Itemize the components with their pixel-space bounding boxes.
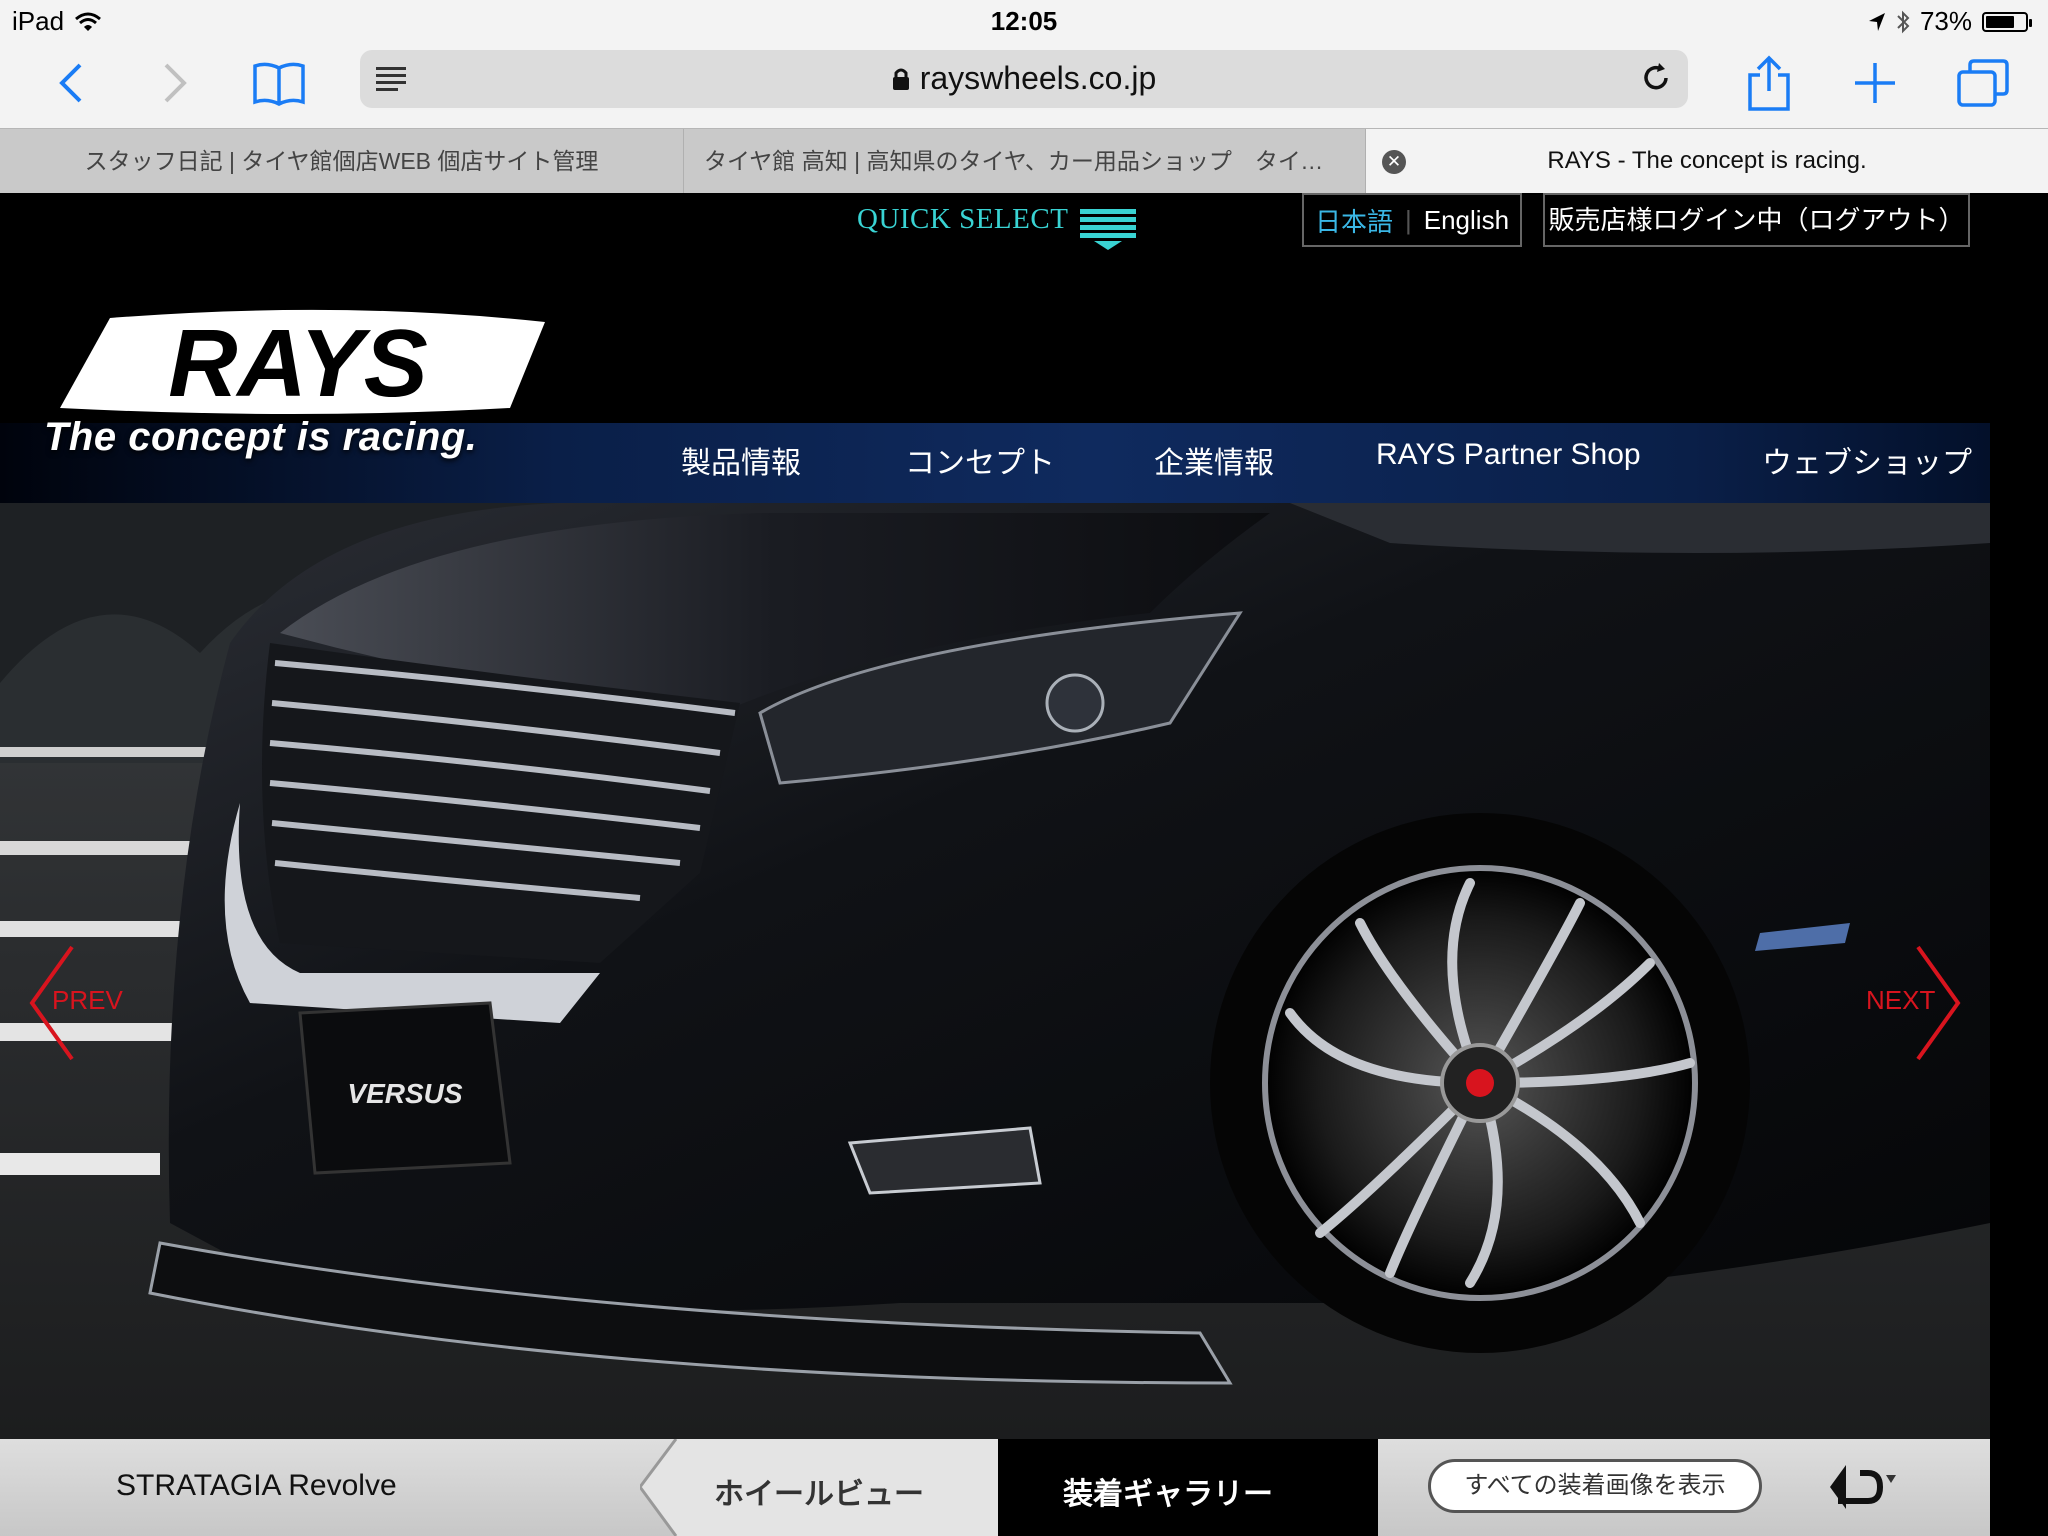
browser-toolbar: rayswheels.co.jp <box>0 40 2048 128</box>
gallery-label: 装着ギャラリー <box>1063 1478 1273 1511</box>
wheel-view-label: ホイールビュー <box>714 1478 924 1511</box>
reload-icon[interactable] <box>1638 60 1674 96</box>
battery-icon <box>1982 11 2032 32</box>
hero-carousel: VERSUS PREV NEXT <box>0 503 1990 1439</box>
brand-tagline: The concept is racing. <box>44 415 478 459</box>
quick-select-label: QUICK SELECT <box>857 203 1069 235</box>
forward-button[interactable] <box>140 48 210 118</box>
show-all-images-button[interactable]: すべての装着画像を表示 <box>1428 1459 1762 1513</box>
status-bar: iPad 12:05 73% <box>0 0 2048 40</box>
return-arrow-icon <box>1830 1465 1896 1509</box>
chevron-right-icon <box>164 63 187 103</box>
bluetooth-icon <box>1897 10 1910 33</box>
nav-company[interactable]: 企業情報 <box>1154 438 1274 482</box>
gallery-tab[interactable]: 装着ギャラリー <box>998 1439 1378 1536</box>
lock-icon <box>892 68 909 90</box>
share-button[interactable] <box>1734 48 1804 118</box>
return-button[interactable] <box>1826 1465 1896 1514</box>
rays-logo[interactable]: RAYS <box>40 308 560 418</box>
battery-percent: 73% <box>1919 6 1972 36</box>
tabs-button[interactable] <box>1948 48 2018 118</box>
product-bar: STRATAGIA Revolve ホイールビュー 装着ギャラリー すべての装着… <box>0 1439 1990 1536</box>
nav-partner-shop[interactable]: RAYS Partner Shop <box>1376 438 1641 472</box>
plus-icon <box>1855 63 1895 103</box>
nav-webshop[interactable]: ウェブショップ <box>1762 438 1972 482</box>
location-icon <box>1868 12 1885 31</box>
share-icon <box>1748 55 1790 111</box>
language-switcher: 日本語 | English <box>1302 193 1522 247</box>
bookmarks-button[interactable] <box>244 48 314 118</box>
plate-brand: VERSUS <box>347 1078 462 1109</box>
tab-arrow-shape <box>1338 1439 1378 1536</box>
lang-separator: | <box>1404 204 1412 235</box>
tab-tireskan-kochi[interactable]: タイヤ館 高知 | 高知県のタイヤ、カー用品ショップ タイヤ… <box>684 129 1366 193</box>
nav-concept[interactable]: コンセプト <box>905 438 1055 482</box>
tabs-icon <box>1957 59 2009 107</box>
next-label: NEXT <box>1866 985 1936 1015</box>
wheel-view-tab[interactable]: ホイールビュー <box>640 1439 998 1536</box>
tab-bar: スタッフ日記 | タイヤ館個店WEB 個店サイト管理 タイヤ館 高知 | 高知県… <box>0 128 2048 193</box>
prev-label: PREV <box>52 985 123 1015</box>
back-button[interactable] <box>36 48 106 118</box>
logo-wordmark: RAYS <box>168 310 428 417</box>
menu-lines-icon <box>1080 209 1137 250</box>
product-name: STRATAGIA Revolve <box>116 1469 397 1502</box>
url-text: rayswheels.co.jp <box>360 60 1688 97</box>
nav-products[interactable]: 製品情報 <box>681 438 801 482</box>
web-page: QUICK SELECT 日本語 | English 販売店様ログイン中（ログア… <box>0 193 2048 1536</box>
quick-select-button[interactable]: QUICK SELECT <box>857 203 1137 250</box>
lang-ja-link[interactable]: 日本語 <box>1315 202 1393 239</box>
clock: 12:05 <box>990 6 1058 36</box>
car-photo: VERSUS <box>0 503 1990 1439</box>
tab-staff-diary[interactable]: スタッフ日記 | タイヤ館個店WEB 個店サイト管理 <box>0 129 684 193</box>
new-tab-button[interactable] <box>1840 48 1910 118</box>
tab-rays[interactable]: RAYS - The concept is racing. <box>1366 129 2048 193</box>
logout-link[interactable]: 販売店様ログイン中（ログアウト） <box>1543 193 1970 247</box>
chevron-left-icon <box>59 63 82 103</box>
url: rayswheels.co.jp <box>919 60 1157 96</box>
lang-en-link[interactable]: English <box>1424 205 1509 236</box>
close-tab-icon[interactable]: ✕ <box>1382 150 1406 174</box>
address-bar[interactable]: rayswheels.co.jp <box>360 50 1688 108</box>
book-icon <box>253 62 305 106</box>
